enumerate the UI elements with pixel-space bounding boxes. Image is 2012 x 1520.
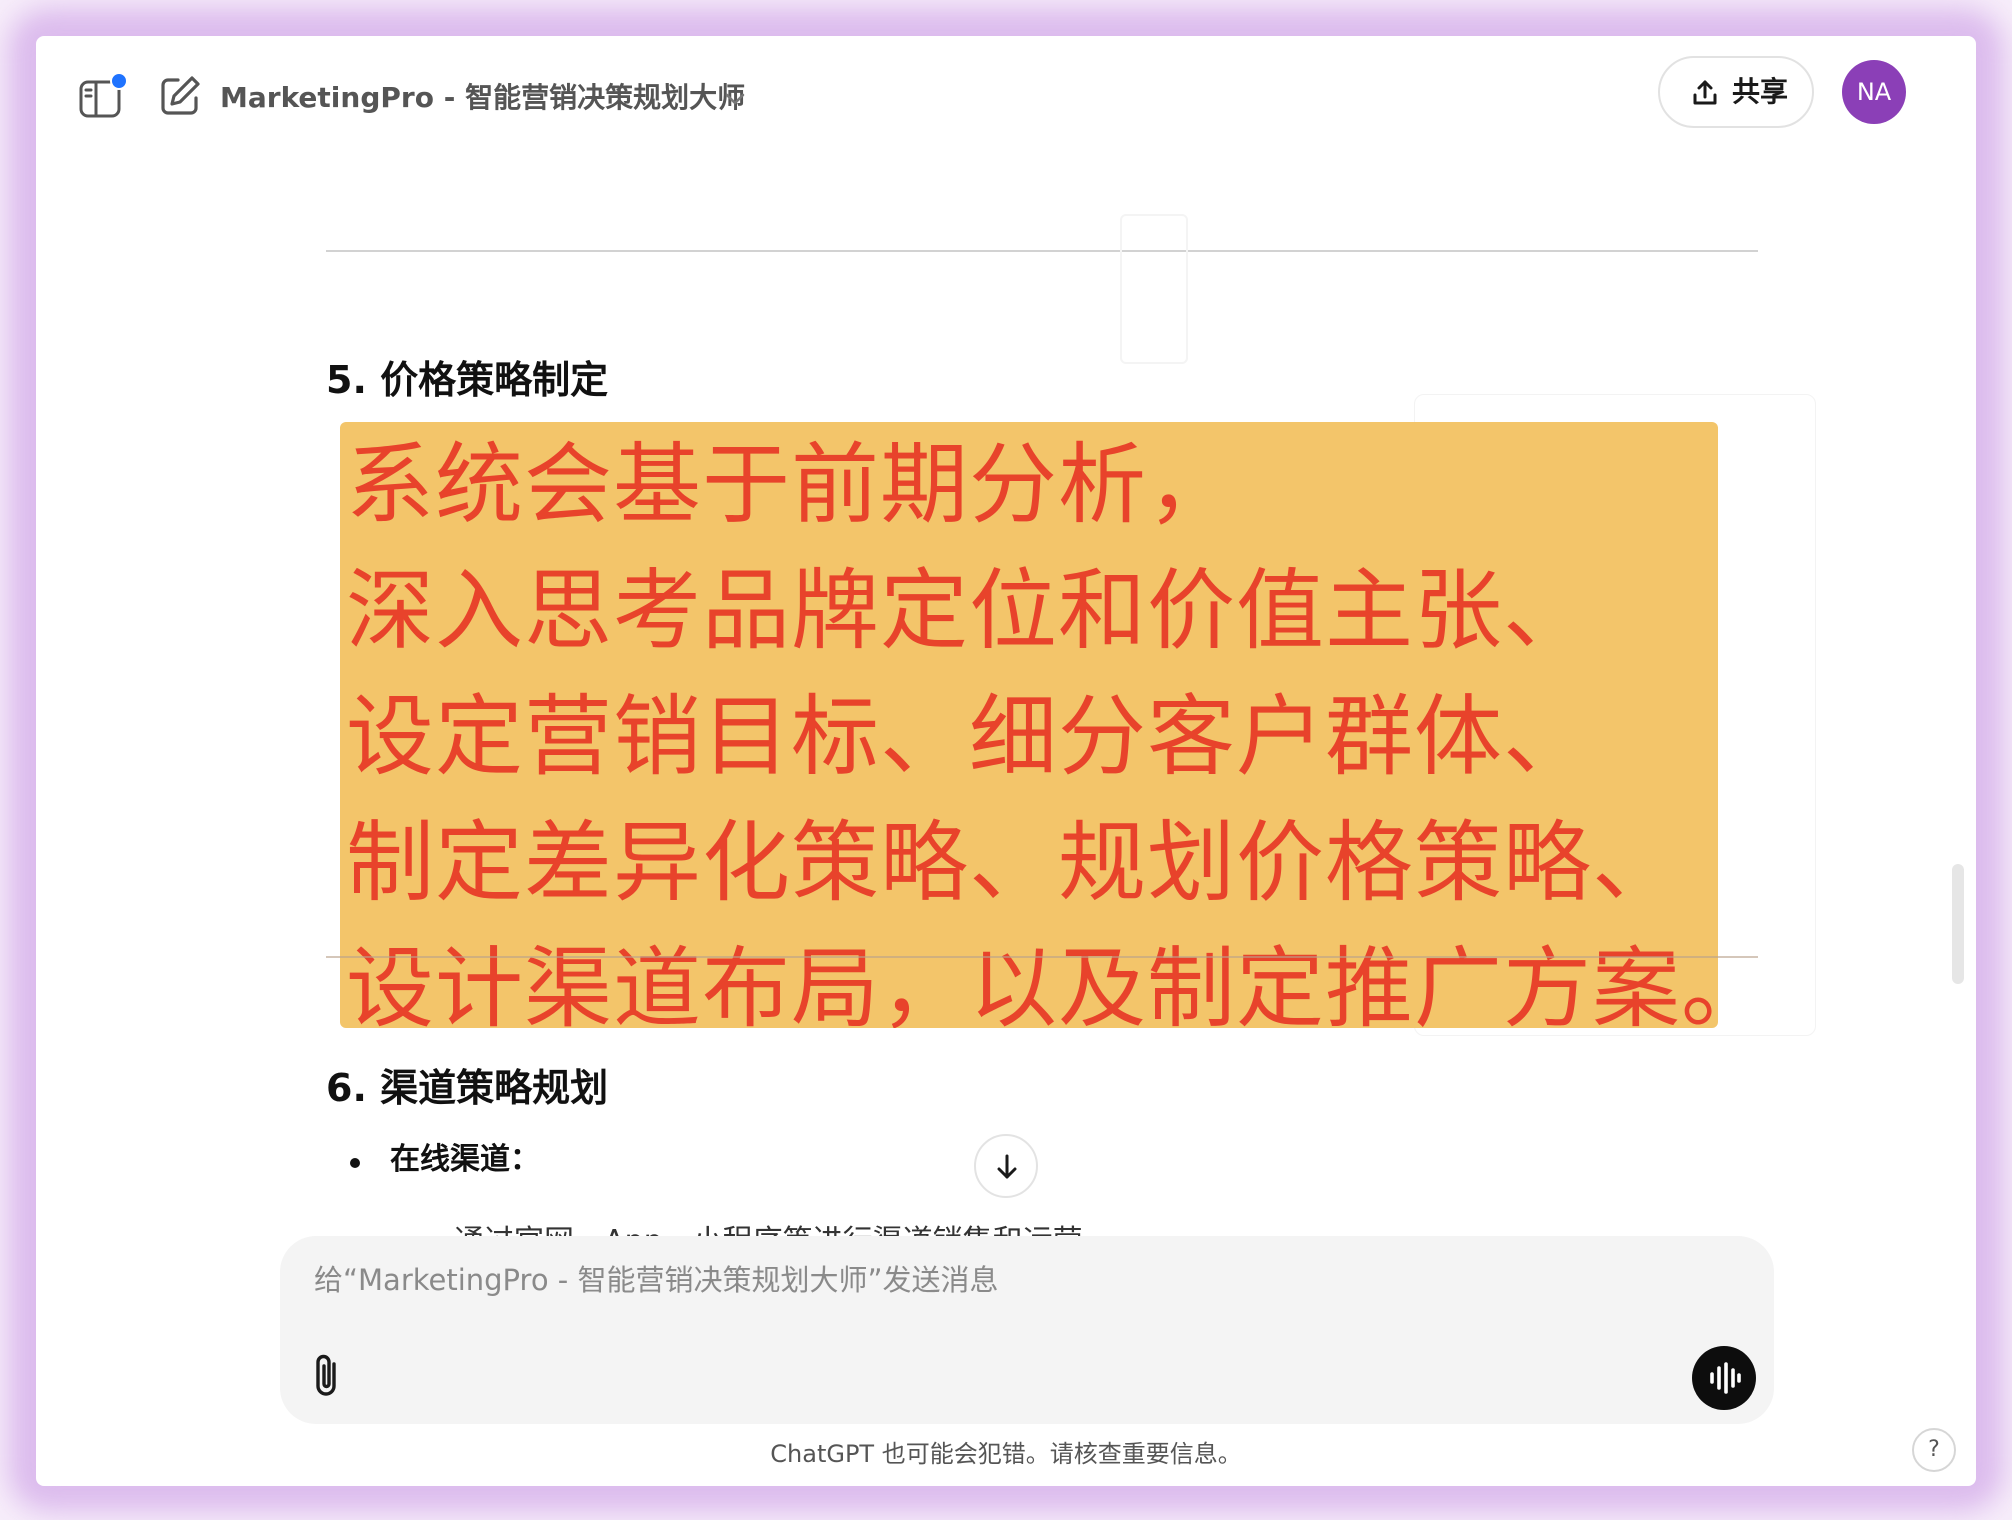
notification-dot xyxy=(110,72,128,90)
voice-waveform-icon xyxy=(1710,1362,1741,1394)
new-chat-icon[interactable] xyxy=(158,74,202,118)
model-selector-title[interactable]: MarketingPro - 智能营销决策规划大师 xyxy=(220,76,745,120)
chevron-down-icon[interactable] xyxy=(722,86,748,112)
voice-mode-button[interactable] xyxy=(1692,1346,1756,1410)
scroll-to-bottom-button[interactable] xyxy=(974,1134,1038,1198)
paperclip-icon[interactable] xyxy=(306,1350,350,1400)
highlight-line: 制定差异化策略、规划价格策略、 xyxy=(346,811,1682,914)
share-button[interactable]: 共享 xyxy=(1658,56,1814,128)
avatar[interactable]: NA xyxy=(1842,60,1906,124)
divider xyxy=(326,250,1758,252)
window-frame: MarketingPro - 智能营销决策规划大师 共享 NA 5. 价格策略制… xyxy=(0,0,2012,1520)
faint-placeholder xyxy=(1120,214,1188,364)
share-button-label: 共享 xyxy=(1732,75,1789,108)
footer-disclaimer: ChatGPT 也可能会犯错。请核查重要信息。 xyxy=(770,1440,1242,1468)
bullet-online-channels: 在线渠道： xyxy=(390,1142,540,1177)
section-heading-pricing: 5. 价格策略制定 xyxy=(326,358,609,402)
highlight-line: 系统会基于前期分析， xyxy=(346,433,1237,536)
scrollbar[interactable] xyxy=(1952,864,1964,984)
highlight-annotation: 系统会基于前期分析， 深入思考品牌定位和价值主张、 设定营销目标、细分客户群体、… xyxy=(340,422,1718,1028)
section-heading-channels: 6. 渠道策略规划 xyxy=(326,1066,609,1110)
highlight-line: 设计渠道布局，以及制定推广方案。 xyxy=(346,937,1718,1028)
chat-window: MarketingPro - 智能营销决策规划大师 共享 NA 5. 价格策略制… xyxy=(36,36,1976,1486)
highlight-line: 深入思考品牌定位和价值主张、 xyxy=(346,559,1593,662)
share-icon xyxy=(1690,78,1720,108)
divider xyxy=(326,956,1758,958)
arrow-down-icon xyxy=(997,1154,1017,1179)
bullet-icon xyxy=(350,1158,360,1168)
message-input[interactable] xyxy=(314,1258,1614,1302)
highlight-text-block: 系统会基于前期分析， 深入思考品牌定位和价值主张、 设定营销目标、细分客户群体、… xyxy=(346,422,1718,1028)
help-button[interactable]: ? xyxy=(1912,1428,1956,1472)
highlight-line: 设定营销目标、细分客户群体、 xyxy=(346,685,1593,788)
message-composer xyxy=(280,1236,1774,1424)
